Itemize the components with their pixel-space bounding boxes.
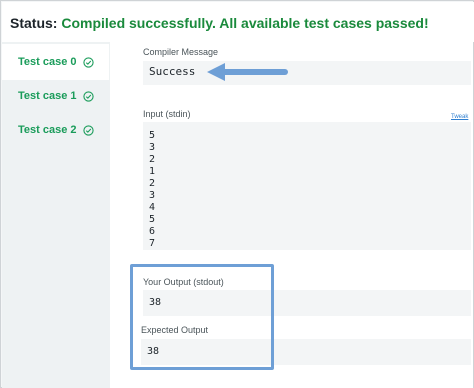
check-circle-icon: [82, 90, 94, 102]
tab-label: Test case 2: [18, 124, 77, 136]
tab-label: Test case 0: [18, 56, 77, 68]
tab-test-case-2[interactable]: Test case 2: [2, 112, 109, 148]
tab-label: Test case 1: [18, 90, 77, 102]
tweak-link[interactable]: Tweak: [451, 114, 468, 120]
input-line: 5: [149, 130, 156, 141]
input-line: 1: [149, 166, 156, 177]
input-box: 5321234567: [143, 122, 471, 250]
tab-test-case-0[interactable]: Test case 0: [2, 44, 109, 80]
annotation-arrow-icon: [207, 63, 288, 81]
check-circle-icon: [82, 56, 94, 68]
compiler-message-value: Success: [149, 65, 196, 78]
check-circle-icon: [82, 124, 94, 136]
compiler-message-box: Success: [143, 61, 471, 85]
output-highlight-box: [130, 264, 274, 370]
status-text: Status: Compiled successfully. All avail…: [10, 15, 429, 31]
input-line: 7: [149, 238, 156, 249]
compiler-message-label: Compiler Message: [143, 47, 219, 57]
input-line: 3: [149, 190, 156, 201]
tab-test-case-1[interactable]: Test case 1: [2, 78, 109, 114]
test-case-sidebar: Test case 0 Test case 1 Test case 2: [2, 42, 110, 388]
input-line: 3: [149, 142, 156, 153]
status-label: Status:: [10, 15, 58, 31]
results-panel: Status: Compiled successfully. All avail…: [0, 0, 474, 388]
input-line: 2: [149, 154, 156, 165]
input-line: 5: [149, 214, 156, 225]
status-bar: Status: Compiled successfully. All avail…: [2, 2, 474, 42]
status-message: Compiled successfully. All available tes…: [61, 15, 429, 31]
input-line: 2: [149, 178, 156, 189]
input-label: Input (stdin): [143, 109, 191, 119]
input-line: 4: [149, 202, 156, 213]
input-line: 6: [149, 226, 156, 237]
